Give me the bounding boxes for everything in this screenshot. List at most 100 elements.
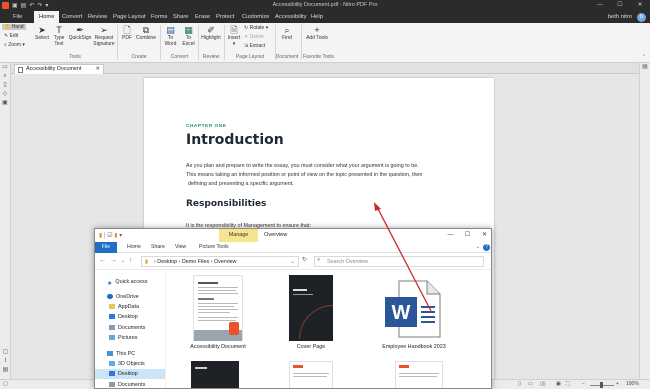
- tab-file[interactable]: File: [13, 11, 22, 23]
- explorer-tab-share[interactable]: Share: [151, 242, 165, 253]
- nav-desktop[interactable]: Desktop: [109, 312, 138, 322]
- zoom-slider-thumb[interactable]: [600, 382, 603, 388]
- up-icon[interactable]: ↑: [129, 257, 133, 264]
- tab-erase[interactable]: Erase: [195, 11, 210, 23]
- file-label-accessibility[interactable]: Accessibility Document: [173, 344, 263, 350]
- tab-home[interactable]: Home: [34, 11, 60, 23]
- request-signature-button[interactable]: ➢ Request Signature: [92, 25, 116, 47]
- tab-protect[interactable]: Protect: [216, 11, 234, 23]
- nav-this-pc[interactable]: This PC: [107, 349, 135, 359]
- file-thumbnail-row2-3[interactable]: [395, 361, 443, 388]
- user-name[interactable]: beth nitro: [608, 11, 632, 23]
- tab-help[interactable]: Help: [311, 11, 323, 23]
- file-content-area[interactable]: Accessibility Document Cover Page W Empl…: [167, 270, 491, 388]
- nav-documents[interactable]: Documents: [109, 323, 145, 333]
- delete-button[interactable]: ✕ Delete: [244, 34, 264, 40]
- nav-documents-pc[interactable]: Documents: [109, 380, 145, 388]
- breadcrumb-demo-files[interactable]: Demo Files: [182, 259, 209, 265]
- search-input[interactable]: Search Overview: [314, 256, 484, 267]
- tab-forms[interactable]: Forms: [151, 11, 167, 23]
- select-button[interactable]: ➤ Select: [34, 25, 50, 42]
- add-tools-button[interactable]: + Add Tools: [305, 25, 329, 42]
- file-thumbnail-row2-2[interactable]: [289, 361, 333, 388]
- extract-button[interactable]: ⇲ Extract: [244, 43, 265, 49]
- address-bar[interactable]: ▮ › Desktop › Demo Files › Overview ⌄: [141, 256, 299, 267]
- forward-icon[interactable]: →: [110, 257, 117, 264]
- tab-accessibility[interactable]: Accessibility: [275, 11, 307, 23]
- file-label-cover-page[interactable]: Cover Page: [271, 344, 351, 350]
- back-icon[interactable]: ←: [99, 257, 106, 264]
- file-thumbnail-employee-handbook[interactable]: W: [385, 280, 441, 338]
- insert-button[interactable]: 🗎 Insert ▾: [226, 25, 242, 47]
- minimize-icon[interactable]: —: [590, 0, 610, 11]
- nav-appdata[interactable]: AppData: [109, 302, 139, 312]
- fullscreen-icon[interactable]: ⛶: [566, 381, 570, 387]
- explorer-tab-home[interactable]: Home: [127, 242, 141, 253]
- minimize-icon[interactable]: —: [442, 229, 459, 242]
- file-label-employee-handbook[interactable]: Employee Handbook 2023: [359, 344, 469, 350]
- quicksign-button[interactable]: ✒ QuickSign: [68, 25, 92, 42]
- zoom-button[interactable]: ⌕ Zoom ▾: [4, 42, 25, 48]
- tab-convert[interactable]: Convert: [62, 11, 82, 23]
- rotate-button[interactable]: ↻ Rotate ▾: [244, 25, 268, 31]
- search-panel-icon[interactable]: ⌕: [0, 72, 10, 81]
- nav-pictures[interactable]: Pictures: [109, 333, 137, 343]
- manage-contextual-tab[interactable]: Manage: [219, 229, 258, 242]
- close-icon[interactable]: ✕: [476, 229, 491, 242]
- refresh-icon[interactable]: ↻: [302, 256, 307, 263]
- document-tab[interactable]: Accessibility Document ✕: [14, 64, 104, 74]
- help-icon[interactable]: ?: [483, 244, 490, 251]
- nav-quick-access[interactable]: ★ Quick access: [107, 277, 147, 287]
- find-button[interactable]: ⌕ Find: [278, 25, 296, 42]
- tab-customize[interactable]: Customize: [242, 11, 269, 23]
- zoom-in-icon[interactable]: +: [616, 381, 619, 387]
- explorer-tab-file[interactable]: File: [95, 242, 117, 253]
- file-explorer-window[interactable]: ▮ | ☑ ▮ ▾ Manage Overview — ☐ ✕ File Hom…: [94, 228, 492, 389]
- nav-onedrive[interactable]: OneDrive: [107, 292, 139, 302]
- explorer-tab-view[interactable]: View: [175, 242, 186, 253]
- tab-page-layout[interactable]: Page Layout: [113, 11, 146, 23]
- breadcrumb-overview[interactable]: Overview: [214, 259, 236, 265]
- to-excel-button[interactable]: ▦ To Excel: [180, 25, 197, 47]
- file-thumbnail-row2-1[interactable]: [191, 361, 239, 388]
- explorer-tab-picture-tools[interactable]: Picture Tools: [199, 242, 229, 253]
- address-dropdown-icon[interactable]: ⌄: [290, 257, 295, 267]
- output-icon[interactable]: ▤: [0, 366, 11, 375]
- pages-icon[interactable]: ▭: [0, 63, 10, 72]
- new-folder-icon[interactable]: ▮: [114, 233, 117, 239]
- combine-button[interactable]: ⧉ Combine: [135, 25, 157, 42]
- properties-check-icon[interactable]: ☑: [107, 233, 112, 239]
- close-icon[interactable]: ✕: [630, 0, 650, 11]
- view-fit-icon[interactable]: ▣: [556, 381, 561, 387]
- avatar[interactable]: b: [637, 13, 646, 22]
- breadcrumb-desktop[interactable]: Desktop: [157, 259, 177, 265]
- type-text-button[interactable]: T Type Text: [51, 25, 67, 47]
- zoom-out-icon[interactable]: −: [582, 381, 585, 387]
- highlight-button[interactable]: ✐ Highlight: [200, 25, 222, 42]
- view-continuous-icon[interactable]: ▭: [528, 381, 533, 387]
- view-single-icon[interactable]: ▯: [518, 381, 521, 387]
- hand-button[interactable]: ✋ Hand: [2, 24, 26, 30]
- maximize-icon[interactable]: ☐: [610, 0, 630, 11]
- bookmarks-icon[interactable]: ▯: [0, 81, 10, 90]
- attachments-icon[interactable]: ⌇: [0, 357, 11, 366]
- tab-review[interactable]: Review: [88, 11, 107, 23]
- nav-3d-objects[interactable]: 3D Objects: [109, 359, 145, 369]
- comments-icon[interactable]: ▢: [0, 348, 11, 357]
- edit-button[interactable]: ✎ Edit: [4, 33, 18, 39]
- expand-ribbon-icon[interactable]: ⌄: [476, 242, 480, 253]
- recent-locations-icon[interactable]: ⌄: [121, 258, 125, 264]
- close-tab-icon[interactable]: ✕: [95, 65, 100, 74]
- collapse-ribbon-icon[interactable]: ⌃: [642, 54, 646, 60]
- view-facing-icon[interactable]: ▯▯: [540, 381, 546, 387]
- zoom-level[interactable]: 100%: [626, 381, 639, 387]
- tag-icon[interactable]: ◇: [0, 90, 10, 99]
- file-thumbnail-cover-page[interactable]: [289, 275, 333, 341]
- pdf-button[interactable]: 🗋 PDF: [120, 25, 134, 42]
- properties-icon[interactable]: ▤: [640, 63, 650, 72]
- to-word-button[interactable]: ▤ To Word: [162, 25, 179, 47]
- customize-icon[interactable]: ▾: [119, 233, 122, 239]
- tab-share[interactable]: Share: [173, 11, 188, 23]
- lock-icon[interactable]: ▣: [0, 99, 10, 108]
- nav-desktop-pc[interactable]: Desktop: [95, 369, 165, 379]
